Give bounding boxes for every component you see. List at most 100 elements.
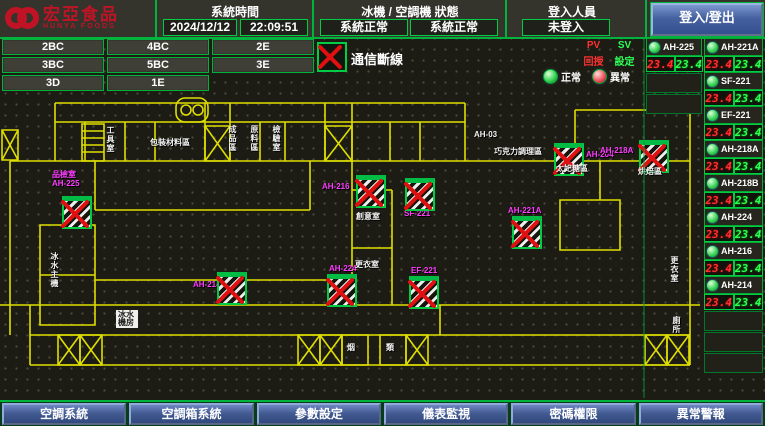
unit-AH-214: AH-21423.423.4 — [704, 276, 763, 310]
unit-name: AH-221A — [721, 42, 759, 52]
menu-button-空調系統[interactable]: 空調系統 — [2, 403, 126, 425]
legend-abnormal: 異常 — [592, 69, 630, 84]
sv-value: 23.4 — [734, 260, 764, 276]
unit-name: SF-221 — [721, 76, 751, 86]
unit-button-AH-225[interactable]: AH-225 — [646, 38, 702, 56]
system-date-value: 2024/12/12 — [163, 19, 237, 36]
room-label: AH-03 — [474, 130, 497, 139]
menu-button-儀表監視[interactable]: 儀表監視 — [384, 403, 508, 425]
sv-value: 23.4 — [734, 192, 764, 208]
unit-AH-225: AH-225 23.423.4 — [646, 38, 702, 72]
pv-value: 23.4 — [704, 158, 734, 174]
empty-slot — [646, 73, 702, 93]
comm-error-icon — [317, 42, 347, 72]
floor-button-3E[interactable]: 3E — [212, 57, 314, 73]
room-label: 檢驗室 — [272, 125, 281, 152]
unit-values: 23.423.4 — [704, 56, 763, 72]
login-logout-button[interactable]: 登入/登出 — [651, 3, 763, 36]
room-label: 創意室 — [356, 212, 380, 221]
floor-button-5BC[interactable]: 5BC — [107, 57, 209, 73]
normal-led-icon — [543, 69, 558, 84]
floor-plan: 品檢室AH-225AH-216SF-221AH-204AH-218AAH-221… — [0, 90, 702, 398]
unit-values: 23.423.4 — [704, 90, 763, 106]
unit-values: 23.423.4 — [704, 260, 763, 276]
unit-AH-218B: AH-218B23.423.4 — [704, 174, 763, 208]
status-led-icon — [706, 279, 719, 292]
floor-button-3BC[interactable]: 3BC — [2, 57, 104, 73]
system-time-value: 22:09:51 — [240, 19, 308, 36]
empty-slot — [646, 94, 702, 114]
floor-button-2E[interactable]: 2E — [212, 39, 314, 55]
main-menu: 空調系統空調箱系統參數設定儀表監視密碼權限異常警報 — [0, 400, 765, 426]
room-label: 工具室 — [106, 126, 115, 153]
unit-button-AH-221A[interactable]: AH-221A — [704, 38, 763, 56]
unit-name: AH-225 — [663, 42, 694, 52]
floor-button-2BC[interactable]: 2BC — [2, 39, 104, 55]
unit-button-AH-224[interactable]: AH-224 — [704, 208, 763, 226]
unit-button-AH-216[interactable]: AH-216 — [704, 242, 763, 260]
room-label: 冰水主機 — [50, 252, 59, 288]
unit-button-SF-221[interactable]: SF-221 — [704, 72, 763, 90]
sv-label: SV — [609, 40, 640, 51]
device-AH-216-offline-icon[interactable] — [356, 175, 386, 208]
pv-value: 23.4 — [704, 192, 734, 208]
room-label: 巧克力調理區 — [494, 147, 542, 156]
device-SF-221-offline-icon[interactable] — [405, 178, 435, 211]
device-AH-221A-offline-icon[interactable] — [512, 216, 542, 249]
company-logo: 宏亞食品 HUNYA FOODS — [5, 3, 119, 33]
pv-sv-legend: PV SV 回授 設定 — [578, 40, 640, 68]
status-led-icon — [706, 109, 719, 122]
unit-values: 23.423.4 — [646, 56, 702, 72]
room-label: 更衣室 — [355, 260, 379, 269]
abnormal-led-icon — [592, 69, 607, 84]
unit-button-AH-218B[interactable]: AH-218B — [704, 174, 763, 192]
unit-column-left: AH-225 23.423.4 — [646, 38, 702, 114]
pv-value: 23.4 — [646, 56, 675, 72]
menu-button-密碼權限[interactable]: 密碼權限 — [511, 403, 635, 425]
unit-button-AH-214[interactable]: AH-214 — [704, 276, 763, 294]
device-AH-225-offline-icon[interactable] — [62, 196, 92, 229]
ac-status-value: 系統正常 — [410, 19, 498, 36]
unit-name: AH-214 — [721, 280, 752, 290]
unit-EF-221: EF-221 23.423.4 — [704, 106, 763, 140]
floor-button-4BC[interactable]: 4BC — [107, 39, 209, 55]
unit-values: 23.423.4 — [704, 226, 763, 242]
sv-value: 23.4 — [734, 124, 764, 140]
menu-button-參數設定[interactable]: 參數設定 — [257, 403, 381, 425]
pv-value: 23.4 — [704, 226, 734, 242]
pv-value: 23.4 — [704, 90, 734, 106]
pv-label: PV — [578, 40, 609, 51]
abnormal-label: 異常 — [610, 69, 630, 84]
unit-name: EF-221 — [721, 110, 751, 120]
device-label-AH-225: 品檢室AH-225 — [52, 170, 80, 188]
floor-button-3D[interactable]: 3D — [2, 75, 104, 91]
menu-button-異常警報[interactable]: 異常警報 — [639, 403, 763, 425]
unit-AH-218A: AH-218A23.423.4 — [704, 140, 763, 174]
floor-button-1E[interactable]: 1E — [107, 75, 209, 91]
pv-value: 23.4 — [704, 56, 734, 72]
room-label: 太妃糖區 — [556, 164, 588, 173]
unit-values: 23.423.4 — [704, 192, 763, 208]
unit-button-AH-218A[interactable]: AH-218A — [704, 140, 763, 158]
unit-button-EF-221[interactable]: EF-221 — [704, 106, 763, 124]
empty-slot — [704, 353, 763, 373]
device-AH-224-offline-icon[interactable] — [327, 274, 357, 307]
unit-name: AH-216 — [721, 246, 752, 256]
logo-title: 宏亞食品 — [43, 6, 119, 23]
sv-value: 23.4 — [734, 158, 764, 174]
normal-label: 正常 — [561, 69, 581, 84]
room-label: 冰水機房 — [116, 310, 138, 328]
device-EF-221-offline-icon[interactable] — [409, 276, 439, 309]
status-led-icon — [706, 75, 719, 88]
device-label-AH-216: AH-216 — [322, 182, 350, 191]
pv-value: 23.4 — [704, 294, 734, 310]
status-led-icon — [706, 245, 719, 258]
pv-value: 23.4 — [704, 124, 734, 140]
hunya-logo-icon — [5, 3, 39, 33]
system-time-label: 系統時間 — [160, 3, 310, 20]
device-AH-214-offline-icon[interactable] — [217, 272, 247, 305]
logo-subtitle: HUNYA FOODS — [43, 23, 119, 30]
menu-button-空調箱系統[interactable]: 空調箱系統 — [129, 403, 253, 425]
room-label: 類 — [386, 343, 394, 352]
room-label: 更衣室 — [670, 256, 679, 283]
